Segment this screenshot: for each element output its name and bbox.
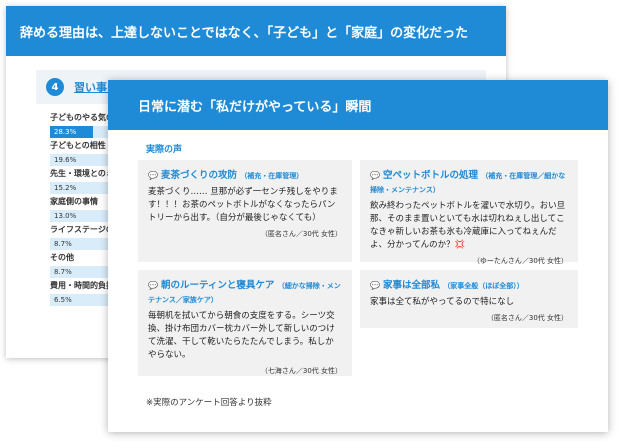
- speech-bubble-icon: 💬: [370, 281, 380, 290]
- voice-card-heading: 💬 空ペットボトルの処理 （補充・在庫管理／細かな掃除・メンテナンス）: [370, 169, 568, 197]
- voice-card-body: 毎朝机を拭いてから朝食の支度をする。シーツ交換、掛け布団カバー枕カバー外して新し…: [148, 311, 335, 360]
- speech-bubble-icon: 💬: [370, 171, 380, 180]
- voice-card-tag: （家事全般（ほぼ全部））: [443, 282, 524, 290]
- front-slide: 日常に潜む「私だけがやっている」瞬間 実際の声 💬 麦茶づくりの攻防 （補充・在庫…: [108, 80, 608, 432]
- voice-card: 💬 麦茶づくりの攻防 （補充・在庫管理） 麦茶づくり…… 旦那が必ず一センチ残しを…: [138, 160, 352, 262]
- voice-card-body: 飲み終わったペットボトルを濯いで水切り。おい旦那、そのまま置いといても水は切れね…: [370, 201, 566, 250]
- voice-card-attribution: （ゆーたんさん／30代 女性）: [472, 257, 568, 265]
- voice-card-heading: 💬 麦茶づくりの攻防 （補充・在庫管理）: [148, 169, 342, 183]
- ranking-value: 13.0%: [54, 212, 77, 220]
- back-slide-header: 辞める理由は、上達しないことではなく、「子ども」と「家庭」の変化だった: [6, 6, 506, 56]
- front-slide-header: 日常に潜む「私だけがやっている」瞬間: [108, 80, 608, 130]
- ranking-value: 6.5%: [54, 296, 72, 304]
- voice-card-attribution: （匿名さん／30代 女性）: [260, 230, 342, 238]
- ranking-value: 19.6%: [54, 156, 77, 164]
- ranking-value: 8.7%: [54, 240, 72, 248]
- speech-bubble-icon: 💬: [148, 171, 158, 180]
- voice-card-heading: 💬 朝のルーティンと寝具ケア （細かな掃除・メンテナンス／家族ケア）: [148, 279, 342, 307]
- voice-card: 💬 家事は全部私 （家事全般（ほぼ全部）） 家事は全て私がやってるので特になし （…: [360, 270, 578, 328]
- ranking-value: 8.7%: [54, 268, 72, 276]
- voice-card-heading: 💬 家事は全部私 （家事全般（ほぼ全部））: [370, 279, 568, 293]
- ranking-value: 28.3%: [54, 128, 77, 136]
- ranking-value: 15.2%: [54, 184, 77, 192]
- voice-card-body: 家事は全て私がやってるので特になし: [370, 297, 515, 307]
- voice-card-title: 麦茶づくりの攻防: [160, 170, 237, 181]
- voices-heading: 実際の声: [146, 145, 183, 155]
- front-slide-title: 日常に潜む「私だけがやっている」瞬間: [138, 99, 372, 115]
- voice-card-title: 家事は全部私: [382, 280, 440, 291]
- voice-card-tag: （補充・在庫管理）: [240, 172, 304, 180]
- section-number: 4: [46, 78, 64, 96]
- voice-card-title: 空ペットボトルの処理: [382, 170, 478, 181]
- voice-card-attribution: （七海さん／30代 女性）: [260, 367, 342, 375]
- footnote: ※実際のアンケート回答より抜粋: [146, 398, 272, 408]
- speech-bubble-icon: 💬: [148, 281, 158, 290]
- voice-card-body: 麦茶づくり…… 旦那が必ず一センチ残しをやります！！！お茶のペットボトルがなくな…: [148, 187, 338, 223]
- voice-card-attribution: （匿名さん／30代 女性）: [486, 314, 568, 322]
- voice-card-title: 朝のルーティンと寝具ケア: [160, 280, 275, 291]
- voice-card: 💬 空ペットボトルの処理 （補充・在庫管理／細かな掃除・メンテナンス） 飲み終わっ…: [360, 160, 578, 265]
- voice-card: 💬 朝のルーティンと寝具ケア （細かな掃除・メンテナンス／家族ケア） 毎朝机を拭い…: [138, 270, 352, 376]
- back-slide-title: 辞める理由は、上達しないことではなく、「子ども」と「家庭」の変化だった: [20, 25, 469, 41]
